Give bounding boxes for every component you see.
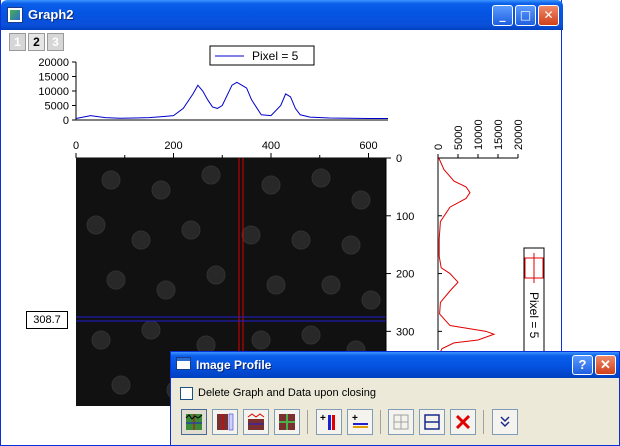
y-tick-label: 0 xyxy=(63,115,69,127)
image-profile-dialog: Image Profile ? ✕ Delete Graph and Data … xyxy=(170,351,620,446)
image-spot xyxy=(91,330,111,350)
y-tick-label: 0 xyxy=(396,153,402,165)
minimize-icon: _ xyxy=(499,8,506,22)
horizontal-profile-axes: 0 5000 10000 15000 20000 xyxy=(38,57,388,127)
help-button[interactable]: ? xyxy=(572,355,593,375)
delete-on-close-checkbox[interactable] xyxy=(180,387,193,400)
y-tick-label: 100 xyxy=(396,211,414,223)
image-spot xyxy=(361,290,381,310)
x-tick-label: 600 xyxy=(359,140,377,152)
image-spot xyxy=(156,280,176,300)
side-x-tick-label: 20000 xyxy=(513,119,525,150)
image-spot xyxy=(266,275,286,295)
expand-chevron-icon xyxy=(500,416,510,428)
profile-line xyxy=(75,81,388,120)
horizontal-vertical-profile-button[interactable] xyxy=(181,409,207,435)
dialog-window-icon xyxy=(176,357,191,370)
arbitrary-line-icon xyxy=(393,414,409,430)
x-tick-label: 200 xyxy=(164,140,182,152)
y-tick-label: 15000 xyxy=(38,72,69,84)
x-tick-label: 0 xyxy=(73,140,79,152)
minimize-button[interactable]: _ xyxy=(492,5,513,26)
delete-line-icon xyxy=(455,414,471,430)
image-spot xyxy=(111,375,131,395)
dialog-title: Image Profile xyxy=(196,358,272,372)
y-tick-label: 200 xyxy=(396,269,414,281)
horizontal-vertical-profile-icon xyxy=(185,414,203,430)
image-spot xyxy=(141,320,161,340)
add-horizontal-line-button[interactable]: + xyxy=(347,409,373,435)
side-x-tick-label: 5000 xyxy=(453,126,465,150)
y-tick-label: 20000 xyxy=(38,57,69,69)
add-horizontal-line-icon: + xyxy=(352,413,368,428)
help-icon: ? xyxy=(578,357,587,372)
side-x-tick-label: 0 xyxy=(433,144,445,150)
image-x-axis: 0 200 400 600 xyxy=(73,140,388,159)
image-spot xyxy=(311,168,331,188)
image-spot xyxy=(101,170,121,190)
expand-dialog-button[interactable] xyxy=(492,409,518,435)
dialog-titlebar[interactable]: Image Profile ? ✕ xyxy=(171,352,619,378)
add-vertical-line-icon: + xyxy=(320,413,335,430)
image-spot xyxy=(341,235,361,255)
image-spot xyxy=(301,325,321,345)
image-spot xyxy=(86,215,106,235)
delete-line-button[interactable] xyxy=(450,409,476,435)
image-spot xyxy=(106,270,126,290)
image-spot xyxy=(321,275,341,295)
maximize-button[interactable]: □ xyxy=(515,5,536,26)
toolbar-separator xyxy=(380,410,381,434)
toolbar-separator xyxy=(307,410,308,434)
close-icon: ✕ xyxy=(543,8,554,22)
vertical-profile-button[interactable] xyxy=(212,409,238,435)
close-button[interactable]: ✕ xyxy=(538,5,559,26)
window-titlebar[interactable]: Graph2 _ □ ✕ xyxy=(1,0,563,30)
add-vertical-line-button[interactable]: + xyxy=(316,409,342,435)
image-spot xyxy=(131,230,151,250)
image-spot xyxy=(181,220,201,240)
horizontal-bar-button[interactable] xyxy=(419,409,445,435)
graph-window-icon[interactable] xyxy=(7,7,23,23)
crosshair-profile-button[interactable] xyxy=(274,409,300,435)
image-spot xyxy=(241,225,261,245)
legend-label: Pixel = 5 xyxy=(252,49,299,63)
image-spot xyxy=(291,230,311,250)
side-profile-line xyxy=(438,157,496,366)
image-spot xyxy=(206,265,226,285)
toolbar-separator xyxy=(483,410,484,434)
vertical-profile-axes: 0 5000 10000 15000 20000 xyxy=(433,119,525,366)
image-spot xyxy=(201,165,221,185)
image-spot xyxy=(151,180,171,200)
svg-text:+: + xyxy=(352,413,358,424)
y-tick-label: 300 xyxy=(396,326,414,338)
side-x-tick-label: 15000 xyxy=(493,119,505,150)
image-spot xyxy=(261,175,281,195)
vertical-legend-label: Pixel = 5 xyxy=(527,292,541,339)
x-tick-label: 400 xyxy=(262,140,280,152)
vertical-profile-icon xyxy=(217,413,234,431)
svg-text:+: + xyxy=(320,413,326,424)
crosshair-profile-icon xyxy=(279,414,295,430)
y-tick-label: 5000 xyxy=(45,101,69,113)
horizontal-bar-icon xyxy=(424,414,440,430)
dialog-close-button[interactable]: ✕ xyxy=(595,355,616,375)
maximize-icon: □ xyxy=(519,8,532,22)
arbitrary-line-button[interactable] xyxy=(388,409,414,435)
close-icon: ✕ xyxy=(600,357,611,372)
image-spot xyxy=(351,190,371,210)
y-tick-label: 10000 xyxy=(38,86,69,98)
delete-on-close-label[interactable]: Delete Graph and Data upon closing xyxy=(198,387,376,399)
window-title: Graph2 xyxy=(28,7,74,22)
side-x-tick-label: 10000 xyxy=(473,119,485,150)
horizontal-profile-button[interactable] xyxy=(243,409,269,435)
cursor-value-readout[interactable]: 308.7 xyxy=(26,311,68,329)
horizontal-profile-icon xyxy=(247,413,265,430)
image-spot xyxy=(251,330,271,350)
